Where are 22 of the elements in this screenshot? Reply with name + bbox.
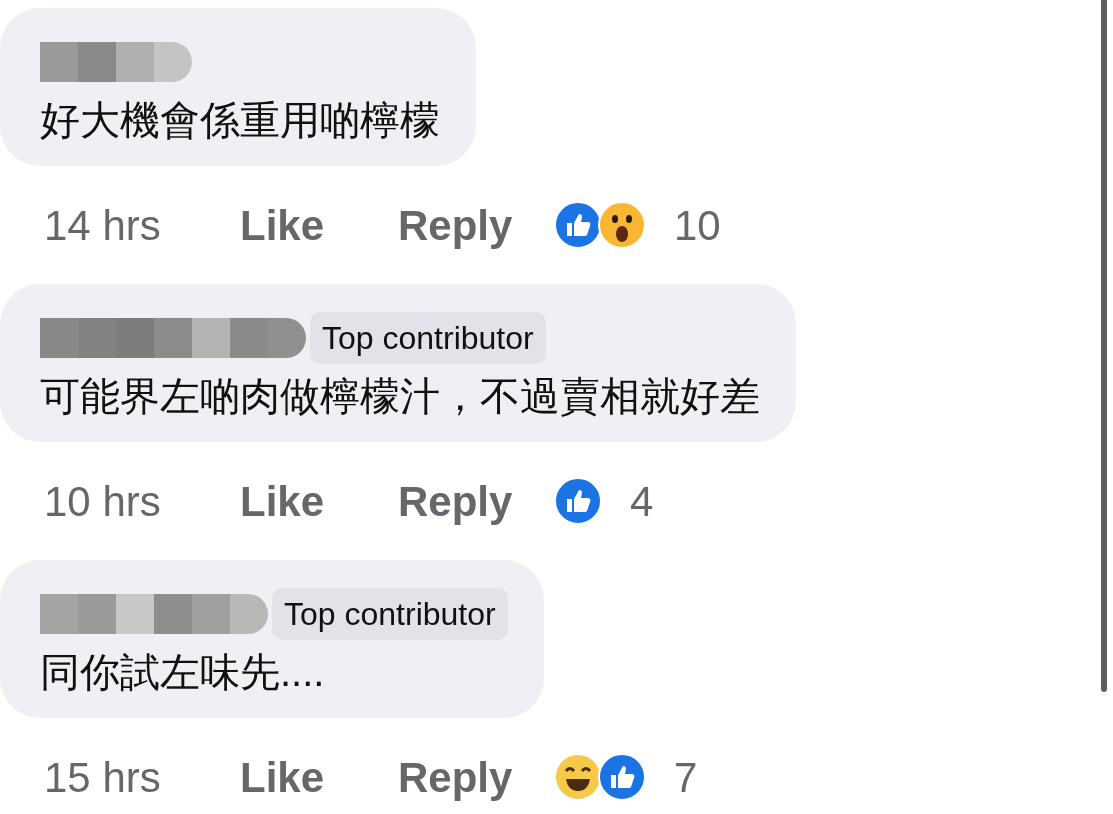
- like-button[interactable]: Like: [240, 469, 398, 533]
- reply-button[interactable]: Reply: [398, 469, 554, 533]
- thumbs-up-icon: [554, 201, 602, 249]
- comment-text: 好大機會係重用啲檸檬: [40, 97, 440, 144]
- reaction-count: 4: [630, 476, 654, 527]
- reply-button[interactable]: Reply: [398, 193, 554, 257]
- thumbs-up-icon: [554, 477, 602, 525]
- comment-time: 14 hrs: [44, 200, 162, 251]
- like-button[interactable]: Like: [240, 745, 398, 809]
- like-button[interactable]: Like: [240, 193, 398, 257]
- comment-time: 10 hrs: [44, 476, 162, 527]
- comment-time: 15 hrs: [44, 752, 162, 803]
- laughing-face-icon: [554, 753, 602, 801]
- surprised-face-icon: [598, 201, 646, 249]
- reaction-count: 10: [674, 200, 721, 251]
- reaction-count: 7: [674, 752, 698, 803]
- top-contributor-badge: Top contributor: [272, 588, 508, 640]
- thumbs-up-icon: [598, 753, 646, 801]
- comment-text: 可能界左啲肉做檸檬汁，不過賣相就好差: [40, 373, 760, 420]
- comment-text: 同你試左味先....: [40, 649, 326, 696]
- top-contributor-badge: Top contributor: [310, 312, 546, 364]
- reply-button[interactable]: Reply: [398, 745, 554, 809]
